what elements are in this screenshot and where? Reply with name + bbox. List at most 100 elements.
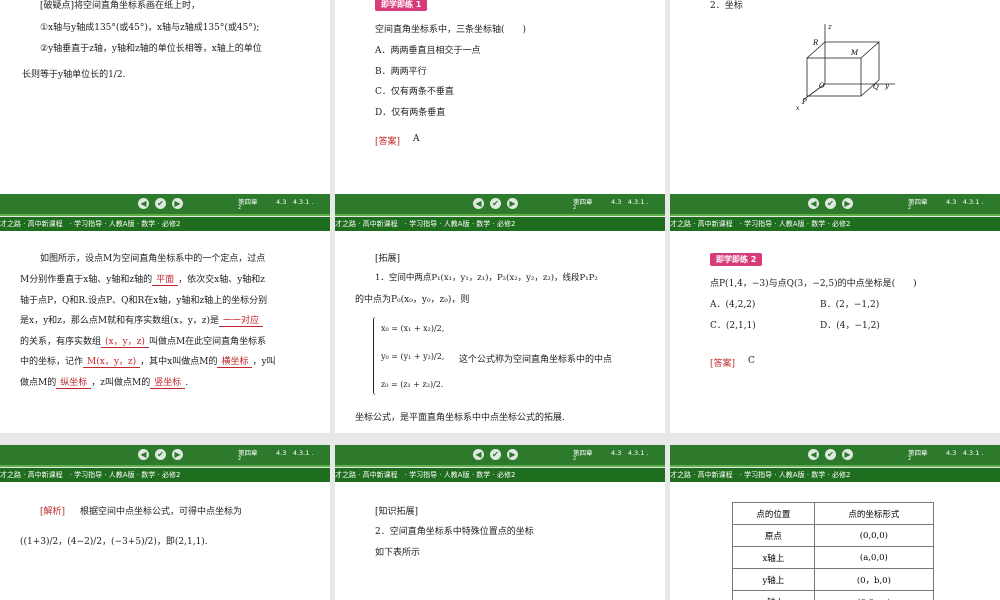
formula-brace (373, 317, 379, 395)
table-row: 原点 (0,0,0) (732, 524, 935, 547)
next-icon[interactable]: ▶ (172, 449, 183, 460)
formula-z: z₀ = (z₁ + z₂)/2. (381, 380, 444, 389)
answer-value: A (413, 134, 420, 144)
header-bar: 才之路 · 高中新课程 · 学习指导 · 人教A版 · 数学 · 必修2 (670, 217, 1000, 231)
header-bar: 才之路 · 高中新课程 · 学习指导 · 人教A版 · 数学 · 必修2 (335, 217, 665, 231)
option-d: D．(4，−1,2) (820, 321, 880, 331)
slide-7: 才之路 · 高中新课程 · 学习指导 · 人教A版 · 数学 · 必修2 [解析… (0, 468, 330, 600)
home-icon[interactable]: ✔ (825, 449, 836, 460)
option-c: C．(2,1,1) (710, 321, 756, 331)
exercise-badge: 即学即练 1 (375, 0, 428, 11)
prev-icon[interactable]: ◀ (473, 449, 484, 460)
footer-bar: ◀ ✔ ▶ 第四章 4.3 4.3.1 .2 (0, 445, 330, 467)
header-bar: 才之路 · 高中新课程 · 学习指导 · 人教A版 · 数学 · 必修2 (335, 468, 665, 482)
prev-icon[interactable]: ◀ (138, 449, 149, 460)
footer-bar: ◀ ✔ ▶ 第四章 4.3 4.3.1 .2 (670, 194, 1000, 216)
home-icon[interactable]: ✔ (155, 198, 166, 209)
table-row: z轴上(0,0，c) (732, 590, 935, 600)
prev-icon[interactable]: ◀ (138, 198, 149, 209)
answer-label: [答案] (375, 137, 401, 147)
label-p: P (801, 98, 807, 106)
option-b: B．两两平行 (375, 67, 427, 77)
text-line: 中的坐标，记作 M(x，y，z) ，其中x叫做点M的 横坐标 ，y叫 (20, 357, 276, 368)
label-z: z (827, 23, 832, 31)
section-title: 2．坐标 (710, 1, 743, 11)
label-r: R (812, 39, 819, 47)
label-q: Q (873, 83, 879, 91)
option-d: D．仅有两条垂直 (375, 108, 446, 118)
prev-icon[interactable]: ◀ (808, 198, 819, 209)
section-title: [知识拓展] (375, 507, 419, 517)
text-line: 这个公式称为空间直角坐标系中的中点 (459, 355, 613, 365)
slide-1: [破疑点]将空间直角坐标系画在纸上时， ①x轴与y轴成135°(或45°)，x轴… (0, 0, 330, 216)
text-line: 轴于点P，Q和R.设点P、Q和R在x轴，y轴和z轴上的坐标分别 (20, 296, 268, 306)
text-line: 1．空间中两点P₁(x₁，y₁，z₁)，P₂(x₂，y₂，z₂)，线段P₁P₂ (375, 273, 598, 283)
section-title: [拓展] (375, 254, 401, 264)
label-m: M (850, 49, 859, 57)
fill-blank: 竖坐标 (150, 378, 186, 389)
footer-bar: ◀ ✔ ▶ 第四章 4.3 4.3.1 .2 (670, 445, 1000, 467)
slide-4: 才之路 · 高中新课程 · 学习指导 · 人教A版 · 数学 · 必修2 如图所… (0, 217, 330, 433)
next-icon[interactable]: ▶ (507, 449, 518, 460)
text-line: 坐标公式，是平面直角坐标系中中点坐标公式的拓展. (355, 413, 565, 423)
exercise-badge: 即学即练 2 (710, 253, 763, 266)
question-text: 空间直角坐标系中，三条坐标轴( ) (375, 25, 527, 35)
label-o: O (819, 82, 825, 90)
label-x: x (796, 105, 800, 112)
slide-8: 才之路 · 高中新课程 · 学习指导 · 人教A版 · 数学 · 必修2 [知识… (335, 468, 665, 600)
header-bar: 才之路 · 高中新课程 · 学习指导 · 人教A版 · 数学 · 必修2 (0, 217, 330, 231)
prev-icon[interactable]: ◀ (808, 449, 819, 460)
fill-blank: 平面 (152, 275, 179, 286)
slide-2: 即学即练 1 空间直角坐标系中，三条坐标轴( ) A．两两垂直且相交于一点 B．… (335, 0, 665, 216)
label-y: y (884, 82, 890, 90)
text-line: [破疑点]将空间直角坐标系画在纸上时， (40, 1, 201, 11)
option-b: B．(2，−1,2) (820, 300, 880, 310)
text-line: ②y轴垂直于z轴，y轴和z轴的单位长相等，x轴上的单位 (40, 44, 262, 54)
formula-y: y₀ = (y₁ + y₂)/2, (381, 352, 445, 361)
text-line: ①x轴与y轴成135°(或45°)，x轴与z轴成135°(或45°); (40, 23, 260, 33)
slide-5: 才之路 · 高中新课程 · 学习指导 · 人教A版 · 数学 · 必修2 [拓展… (335, 217, 665, 433)
fill-blank: 横坐标 (217, 357, 253, 368)
table-row: x轴上 (a,0,0) (732, 546, 935, 569)
text-line: 的中点为P₀(x₀，y₀，z₀)，则 (355, 295, 470, 305)
home-icon[interactable]: ✔ (490, 198, 501, 209)
analysis-label: [解析] (40, 507, 66, 517)
prev-icon[interactable]: ◀ (473, 198, 484, 209)
footer-bar: ◀ ✔ ▶ 第四章 4.3 4.3.1 .2 (335, 194, 665, 216)
footer-bar: ◀ ✔ ▶ 第四章 4.3 4.3.1 .2 (335, 445, 665, 467)
header-bar: 才之路 · 高中新课程 · 学习指导 · 人教A版 · 数学 · 必修2 (0, 468, 330, 482)
slide-9: 才之路 · 高中新课程 · 学习指导 · 人教A版 · 数学 · 必修2 点的位… (670, 468, 1000, 600)
slide-6: 才之路 · 高中新课程 · 学习指导 · 人教A版 · 数学 · 必修2 即学即… (670, 217, 1000, 433)
next-icon[interactable]: ▶ (842, 449, 853, 460)
option-c: C．仅有两条不垂直 (375, 87, 454, 97)
home-icon[interactable]: ✔ (825, 198, 836, 209)
text-line: 根据空间中点坐标公式，可得中点坐标为 (80, 507, 243, 517)
table-row: y轴上 (0，b,0) (732, 568, 935, 591)
fill-blank: 一一对应 (219, 316, 264, 327)
slide-3: 2．坐标 z R M O Q y P x (670, 0, 1000, 216)
formula-line: ((1+3)/2，(4−2)/2，(−3+5)/2)，即(2,1,1). (20, 537, 208, 547)
option-a: A．(4,2,2) (710, 300, 756, 310)
text-line: 做点M的 纵坐标 ，z叫做点M的 竖坐标. (20, 378, 189, 389)
header-bar: 才之路 · 高中新课程 · 学习指导 · 人教A版 · 数学 · 必修2 (670, 468, 1000, 482)
question-text: 点P(1,4，−3)与点Q(3，−2,5)的中点坐标是( ) (710, 279, 917, 289)
answer-label: [答案] (710, 359, 736, 369)
next-icon[interactable]: ▶ (842, 198, 853, 209)
home-icon[interactable]: ✔ (155, 449, 166, 460)
coordinate-cube-diagram: z R M O Q y P x (796, 23, 895, 112)
answer-value: C (748, 356, 755, 366)
table-header-row: 点的位置 点的坐标形式 (732, 502, 935, 525)
text-line: M分别作垂直于x轴、y轴和z轴的 平面 ，依次交x轴、y轴和z (20, 275, 266, 286)
home-icon[interactable]: ✔ (490, 449, 501, 460)
footer-bar: ◀ ✔ ▶ 第四章 4.3 4.3.1 .2 (0, 194, 330, 216)
next-icon[interactable]: ▶ (172, 198, 183, 209)
fill-blank: 纵坐标 (56, 378, 92, 389)
option-a: A．两两垂直且相交于一点 (375, 46, 481, 56)
text-line: 如图所示，设点M为空间直角坐标系中的一个定点，过点 (40, 254, 266, 264)
text-line: 如下表所示 (375, 548, 421, 558)
fill-blank: M(x，y，z) (83, 357, 141, 368)
text-line: 是x，y和z，那么点M就和有序实数组(x，y，z)是 一一对应 (20, 313, 264, 327)
next-icon[interactable]: ▶ (507, 198, 518, 209)
fill-blank: (x，y，z) (101, 337, 149, 348)
special-points-table: 点的位置 点的坐标形式 原点 (0,0,0) x轴上 (a,0,0) y轴上 (0，b,… (732, 502, 935, 600)
